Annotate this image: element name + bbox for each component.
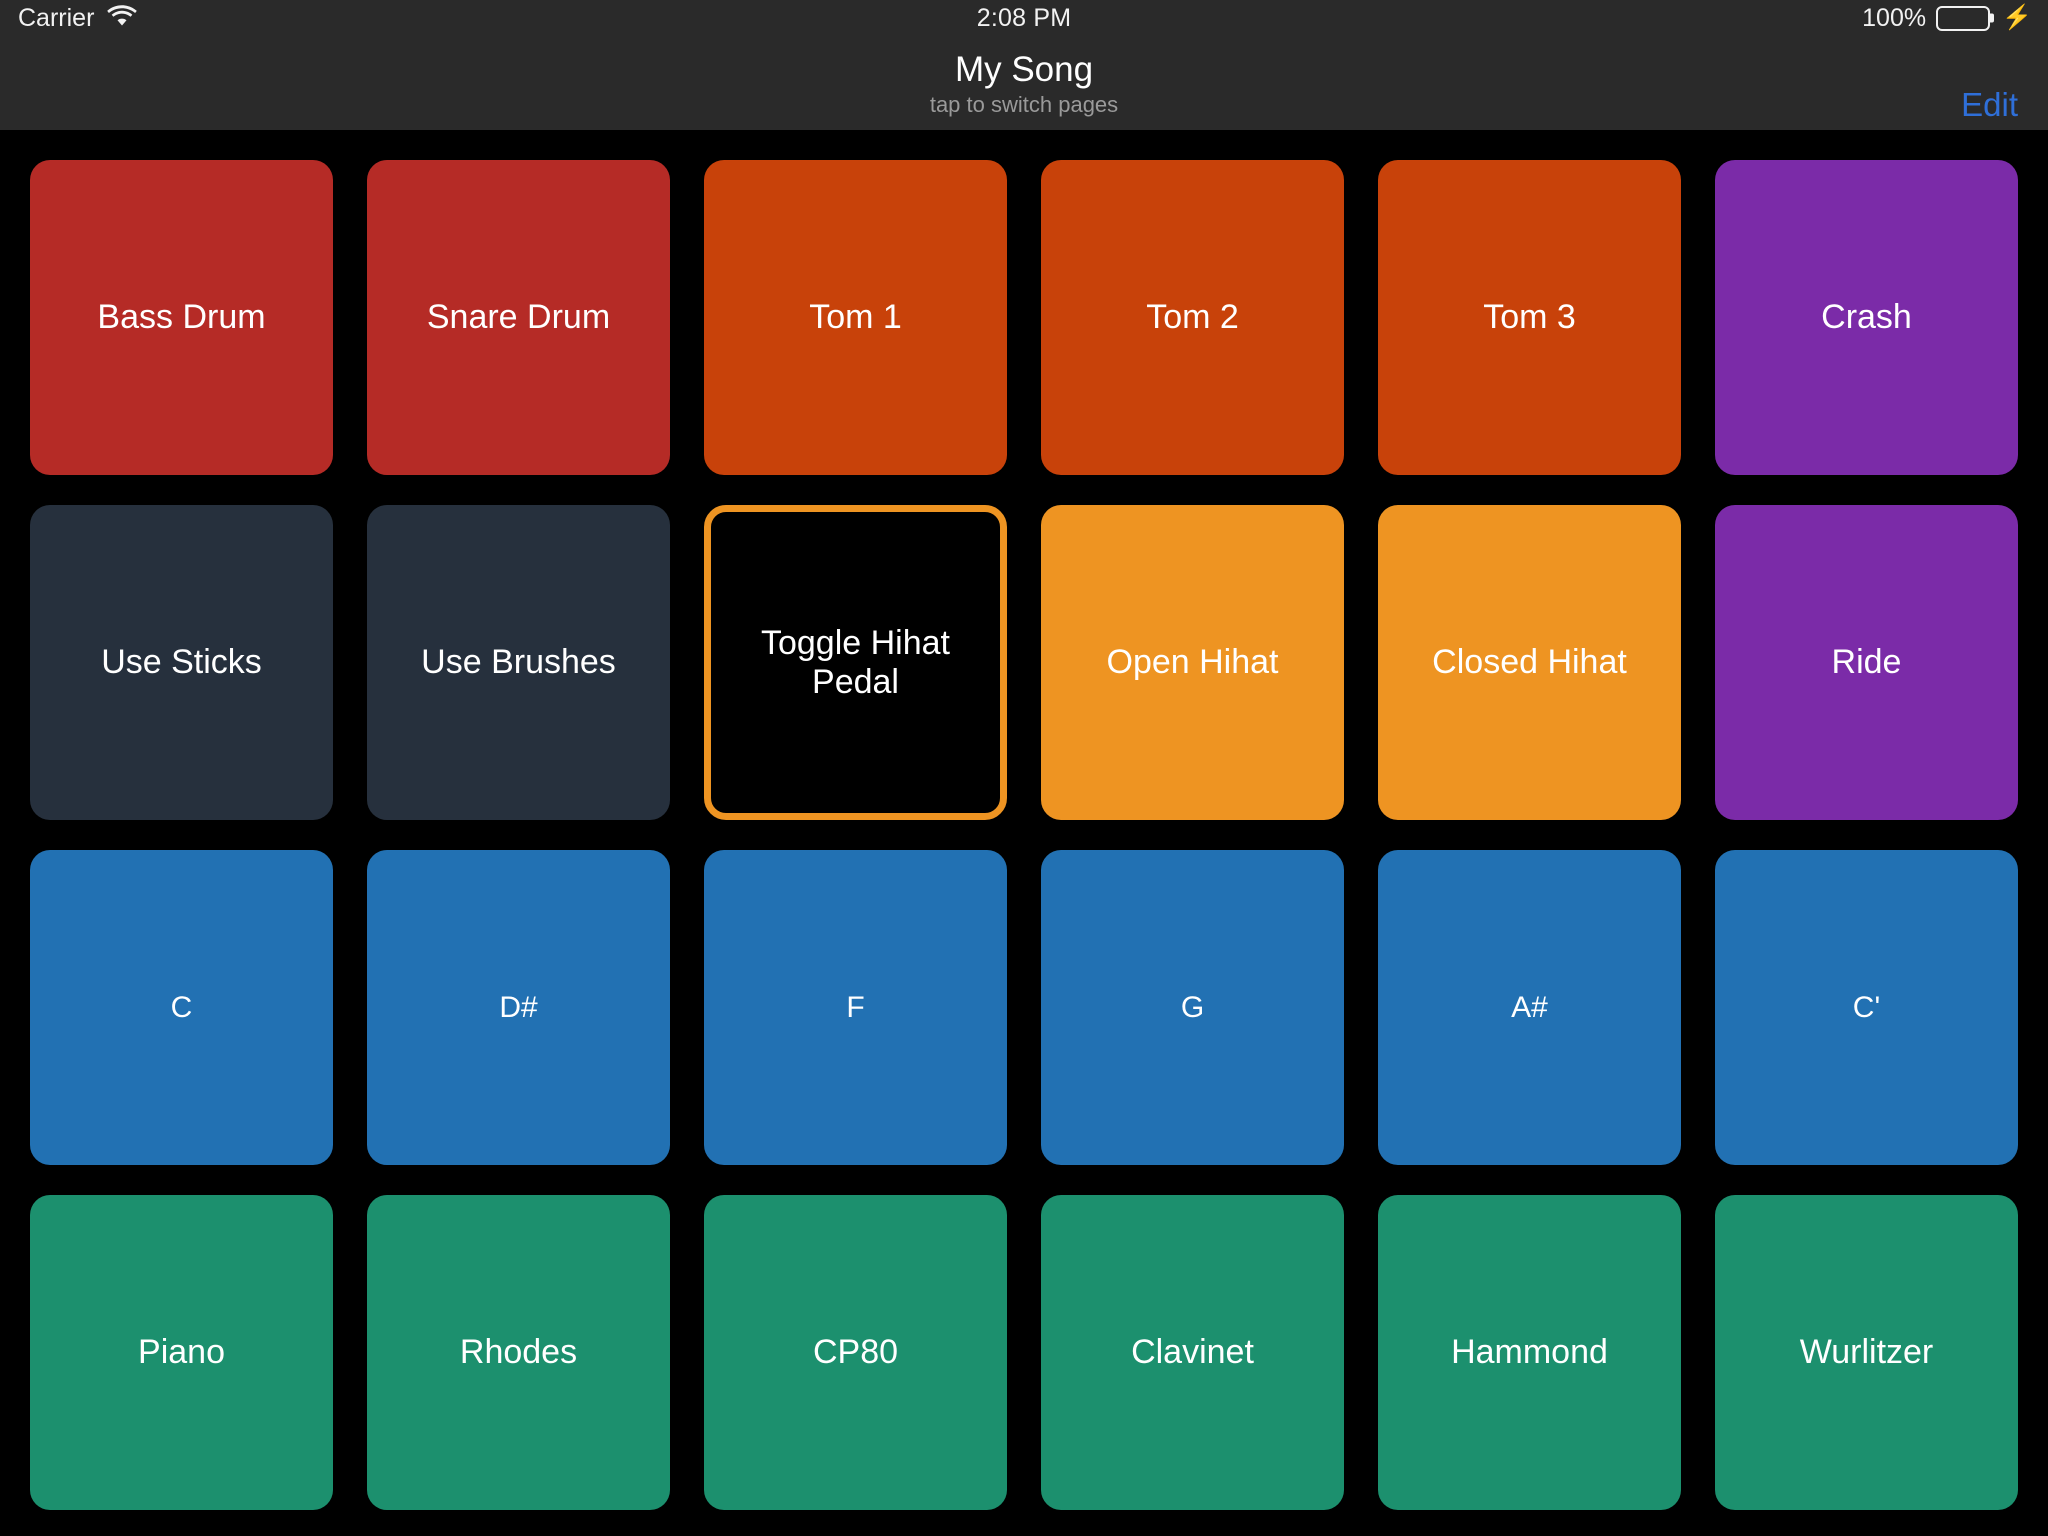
nav-bar: My Song tap to switch pages Edit — [0, 36, 2048, 130]
pad-tom-3[interactable]: Tom 3 — [1378, 160, 1681, 475]
pad-c[interactable]: C' — [1715, 850, 2018, 1165]
pad-label: Open Hihat — [1106, 643, 1279, 682]
page-subtitle: tap to switch pages — [929, 92, 1119, 117]
pad-snare-drum[interactable]: Snare Drum — [367, 160, 670, 475]
pad-label: Wurlitzer — [1799, 1333, 1934, 1372]
pad-closed-hihat[interactable]: Closed Hihat — [1378, 505, 1681, 820]
status-bar-clock: 2:08 PM — [976, 3, 1072, 32]
pad-label: Ride — [1831, 643, 1902, 682]
pad-label: Use Brushes — [421, 643, 616, 682]
pad-label: Clavinet — [1131, 1333, 1254, 1372]
pad-tom-1[interactable]: Tom 1 — [704, 160, 1007, 475]
edit-button[interactable]: Edit — [1961, 86, 2018, 124]
status-bar: Carrier 2:08 PM 100% ⚡ — [0, 0, 2048, 36]
pad-label: G — [1180, 990, 1205, 1024]
pad-label: C — [170, 990, 193, 1024]
pad-piano[interactable]: Piano — [30, 1195, 333, 1510]
pad-c[interactable]: C — [30, 850, 333, 1165]
pad-clavinet[interactable]: Clavinet — [1041, 1195, 1344, 1510]
pad-label: Hammond — [1451, 1333, 1608, 1372]
pad-grid: Bass Drum Snare Drum Tom 1 Tom 2 Tom 3 Crash U… — [30, 160, 2018, 1510]
pad-toggle-hihat-pedal[interactable]: Toggle Hihat Pedal — [704, 505, 1007, 820]
pad-label: F — [846, 990, 865, 1024]
page-title-group[interactable]: My Song tap to switch pages — [0, 50, 2048, 118]
pad-label: Toggle Hihat Pedal — [760, 624, 950, 701]
pad-label: Use Sticks — [101, 643, 262, 682]
pad-label: Rhodes — [459, 1333, 578, 1372]
pad-f[interactable]: F — [704, 850, 1007, 1165]
pad-label: Tom 1 — [809, 298, 902, 337]
pad-label: Tom 3 — [1483, 298, 1576, 337]
pad-hammond[interactable]: Hammond — [1378, 1195, 1681, 1510]
pad-d[interactable]: D# — [367, 850, 670, 1165]
pad-a[interactable]: A# — [1378, 850, 1681, 1165]
pad-label: C' — [1852, 990, 1881, 1024]
pad-bass-drum[interactable]: Bass Drum — [30, 160, 333, 475]
pad-label: Bass Drum — [97, 298, 266, 337]
pad-ride[interactable]: Ride — [1715, 505, 2018, 820]
pad-label: Crash — [1821, 298, 1912, 337]
pad-label: Snare Drum — [426, 298, 611, 337]
pad-use-sticks[interactable]: Use Sticks — [30, 505, 333, 820]
pad-label: Closed Hihat — [1432, 643, 1627, 682]
pad-open-hihat[interactable]: Open Hihat — [1041, 505, 1344, 820]
pad-g[interactable]: G — [1041, 850, 1344, 1165]
pad-cp80[interactable]: CP80 — [704, 1195, 1007, 1510]
pad-label: A# — [1511, 990, 1548, 1024]
pad-label: CP80 — [812, 1333, 899, 1372]
pad-tom-2[interactable]: Tom 2 — [1041, 160, 1344, 475]
battery-percent-label: 100% — [1862, 3, 1927, 32]
pad-use-brushes[interactable]: Use Brushes — [367, 505, 670, 820]
pad-rhodes[interactable]: Rhodes — [367, 1195, 670, 1510]
pad-label: Piano — [138, 1333, 225, 1372]
page-title: My Song — [954, 50, 1094, 89]
charging-bolt-icon: ⚡ — [2002, 4, 2032, 31]
pad-wurlitzer[interactable]: Wurlitzer — [1715, 1195, 2018, 1510]
status-bar-right: 100% ⚡ — [1862, 4, 2032, 33]
battery-icon — [1936, 5, 1991, 31]
pad-label: D# — [499, 990, 538, 1024]
pad-label: Tom 2 — [1146, 298, 1239, 337]
pad-crash[interactable]: Crash — [1715, 160, 2018, 475]
